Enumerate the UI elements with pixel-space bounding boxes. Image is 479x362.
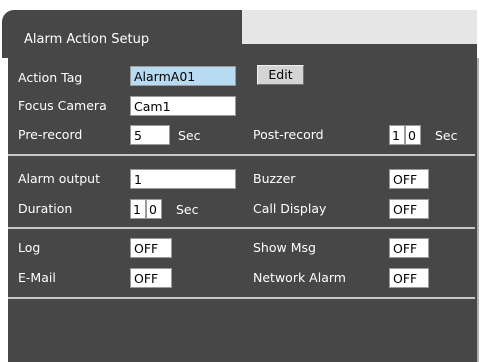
duration-digit2-field[interactable]: 0 <box>146 199 162 219</box>
post-record-unit: Sec <box>435 128 458 143</box>
section-divider <box>8 154 475 156</box>
alarm-output-field[interactable]: 1 <box>130 169 236 189</box>
log-field[interactable]: OFF <box>130 238 172 258</box>
focus-camera-label: Focus Camera <box>18 98 107 113</box>
network-alarm-field[interactable]: OFF <box>389 268 429 288</box>
call-display-field[interactable]: OFF <box>389 199 429 219</box>
section-divider <box>8 297 475 299</box>
pre-record-unit: Sec <box>178 128 201 143</box>
email-field[interactable]: OFF <box>130 268 172 288</box>
show-msg-label: Show Msg <box>253 240 316 255</box>
action-tag-label: Action Tag <box>18 70 83 85</box>
pre-record-label: Pre-record <box>18 127 83 142</box>
pre-record-field[interactable]: 5 <box>130 125 170 145</box>
duration-label: Duration <box>18 201 73 216</box>
tab-title: Alarm Action Setup <box>24 32 150 47</box>
action-tag-field[interactable]: AlarmA01 <box>130 66 236 86</box>
show-msg-field[interactable]: OFF <box>389 238 429 258</box>
section-divider <box>8 227 475 229</box>
buzzer-field[interactable]: OFF <box>389 169 429 189</box>
tab-alarm-action-setup[interactable]: Alarm Action Setup <box>2 10 242 58</box>
log-label: Log <box>18 240 41 255</box>
post-record-digit2-field[interactable]: 0 <box>405 125 421 145</box>
post-record-label: Post-record <box>253 127 324 142</box>
buzzer-label: Buzzer <box>253 171 296 186</box>
focus-camera-field[interactable]: Cam1 <box>130 96 236 116</box>
network-alarm-label: Network Alarm <box>253 270 346 285</box>
tab-strip-underline <box>242 44 477 58</box>
duration-unit: Sec <box>176 202 199 217</box>
email-label: E-Mail <box>18 270 56 285</box>
duration-digit1-field[interactable]: 1 <box>130 199 146 219</box>
call-display-label: Call Display <box>253 201 327 216</box>
post-record-digit1-field[interactable]: 1 <box>389 125 405 145</box>
alarm-output-label: Alarm output <box>18 171 100 186</box>
edit-button[interactable]: Edit <box>257 65 304 85</box>
tab-strip: Alarm Action Setup <box>0 0 479 58</box>
